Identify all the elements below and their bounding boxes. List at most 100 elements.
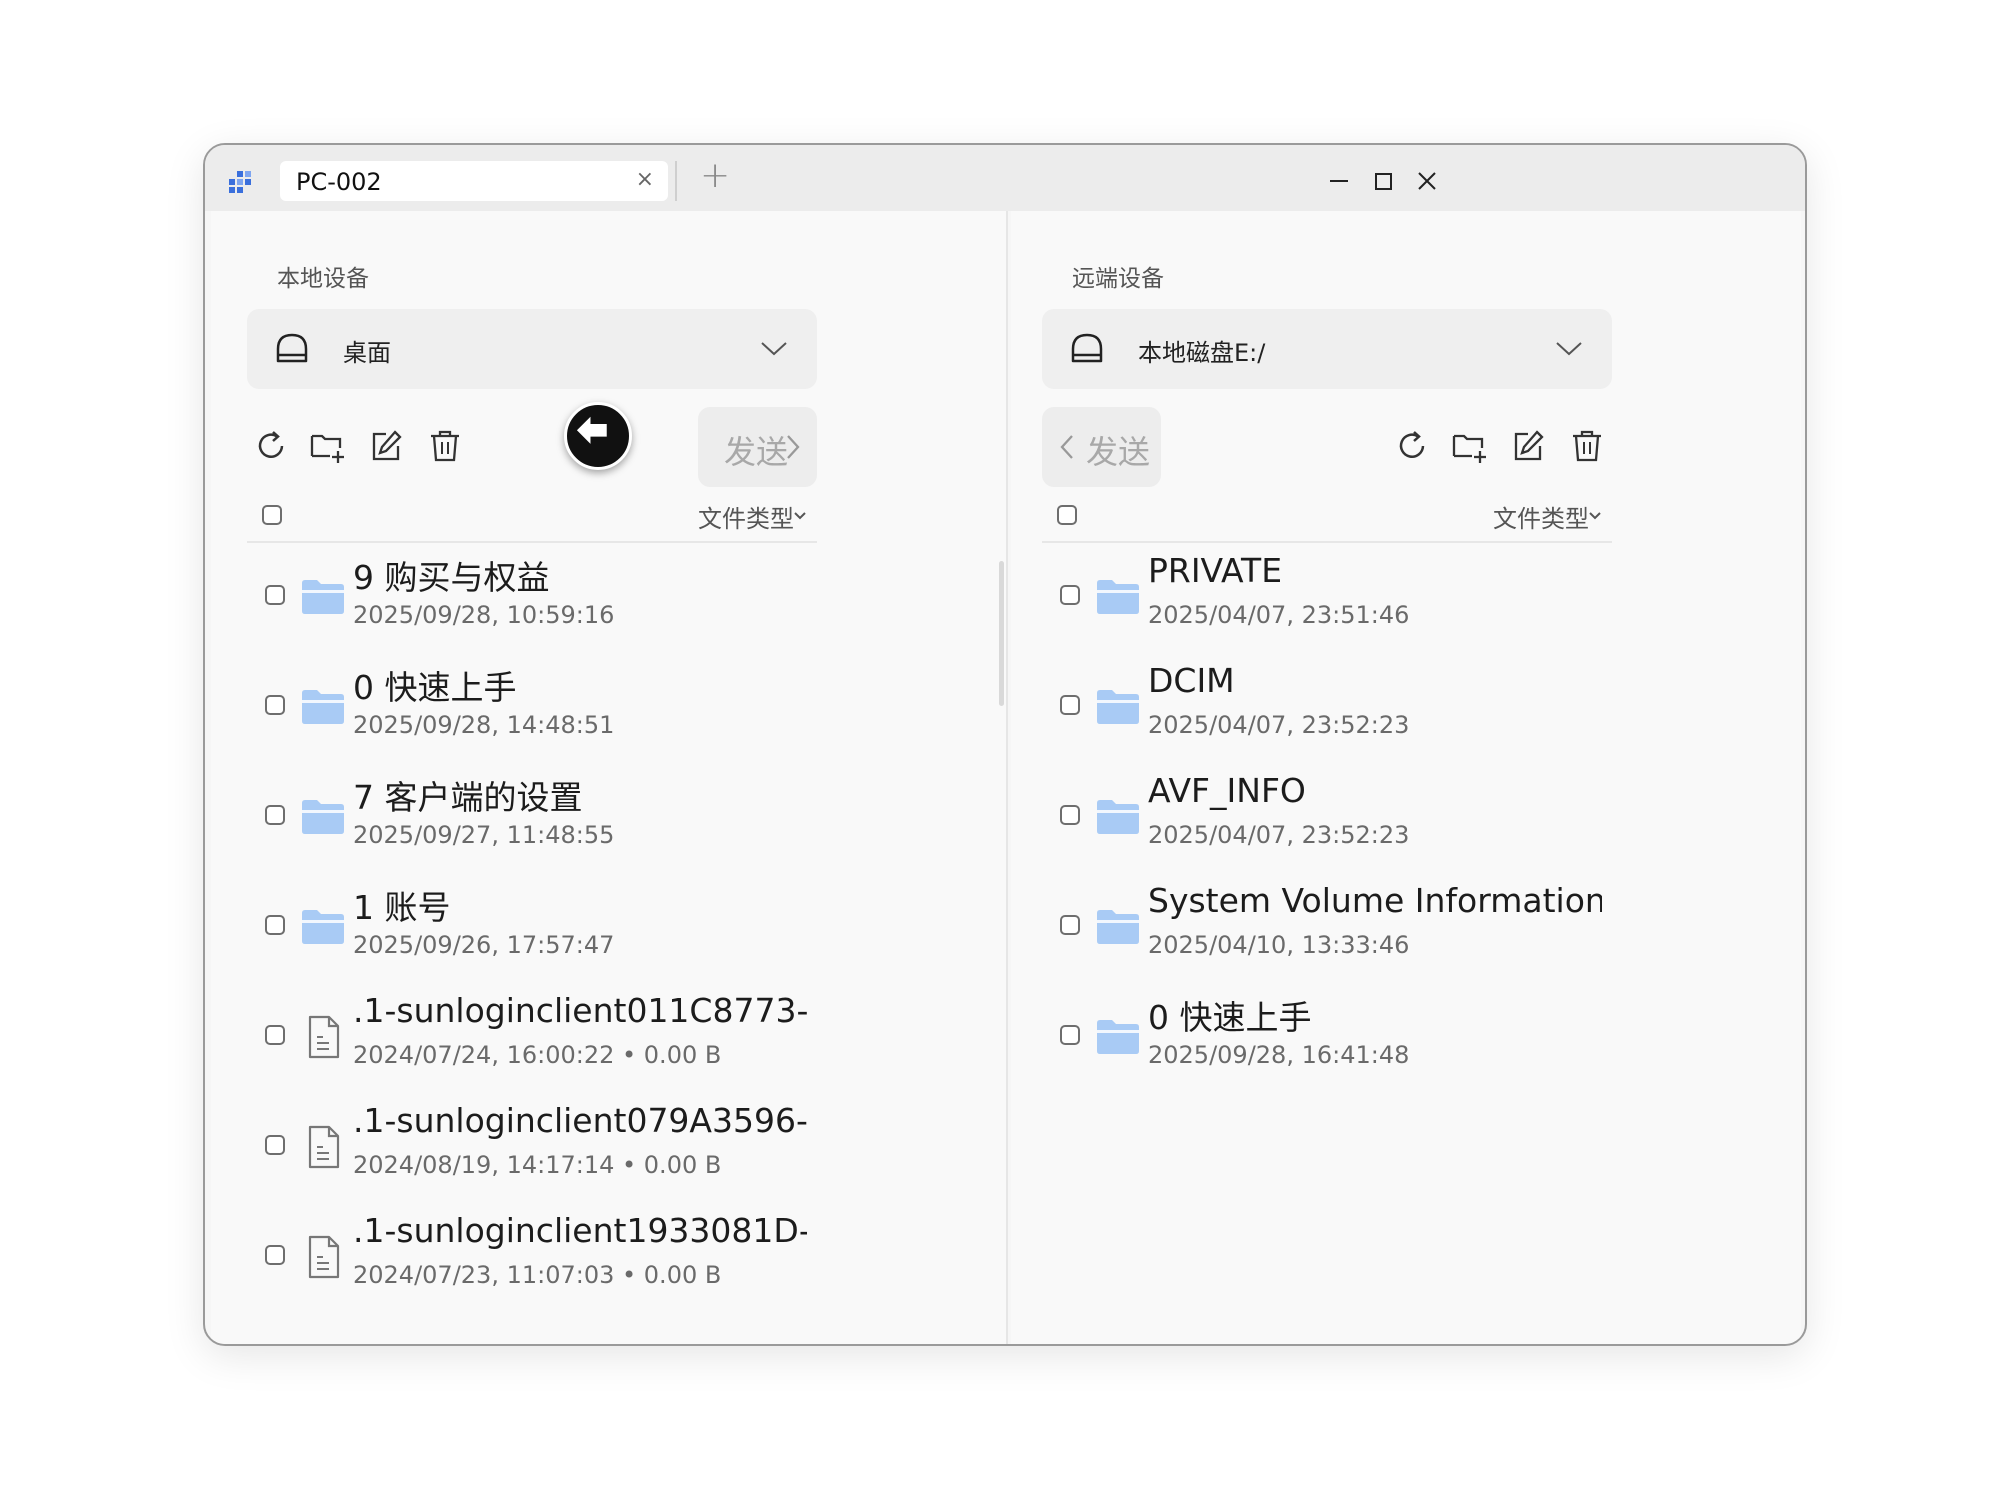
file-name: .1-sunloginclient079A3596-1A3B-47F6-9	[353, 1101, 807, 1140]
rename-button[interactable]	[366, 426, 406, 466]
file-meta: 2025/04/07, 23:52:23	[1148, 711, 1410, 739]
app-logo-icon	[229, 171, 251, 193]
minimize-icon	[1330, 180, 1348, 182]
folder-row[interactable]: DCIM 2025/04/07, 23:52:23	[1042, 661, 1602, 771]
pane-divider	[1006, 211, 1008, 1344]
file-name: DCIM	[1148, 661, 1235, 700]
close-window-button[interactable]	[1405, 161, 1449, 201]
tab-separator	[675, 161, 677, 201]
local-device-pane: 本地设备 桌面 发送 文件类型 9 购买与权益 2025/09/28, 10:5…	[211, 211, 1006, 1344]
trash-icon	[431, 430, 459, 462]
file-meta: 2024/08/19, 14:17:14 • 0.00 B	[353, 1151, 722, 1179]
file-icon	[308, 1235, 340, 1279]
row-checkbox[interactable]	[1060, 915, 1080, 935]
folder-icon	[1097, 800, 1139, 834]
file-row[interactable]: .1-sunloginclient1933081D-38C6-48BD-A 202…	[247, 1211, 807, 1321]
tab-close-icon[interactable]: ×	[636, 167, 654, 192]
row-checkbox[interactable]	[265, 1245, 285, 1265]
folder-icon	[302, 910, 344, 944]
row-checkbox[interactable]	[265, 915, 285, 935]
minimize-button[interactable]	[1317, 161, 1361, 201]
file-meta: 2025/09/27, 11:48:55	[353, 821, 615, 849]
refresh-icon	[1399, 431, 1425, 458]
refresh-button[interactable]	[1392, 426, 1432, 466]
file-meta: 2025/04/07, 23:52:23	[1148, 821, 1410, 849]
local-location-dropdown[interactable]: 桌面	[247, 309, 817, 389]
folder-row[interactable]: AVF_INFO 2025/04/07, 23:52:23	[1042, 771, 1602, 881]
folder-row[interactable]: PRIVATE 2025/04/07, 23:51:46	[1042, 551, 1602, 661]
new-folder-icon	[1452, 434, 1486, 463]
row-checkbox[interactable]	[1060, 805, 1080, 825]
drive-icon	[1071, 333, 1103, 363]
new-tab-button[interactable]: +	[700, 155, 730, 196]
folder-icon	[302, 580, 344, 614]
row-checkbox[interactable]	[265, 1025, 285, 1045]
file-row[interactable]: .1-sunloginclient011C8773-A0F5-4035-8 202…	[247, 991, 807, 1101]
local-device-label: 本地设备	[277, 266, 369, 292]
new-folder-button[interactable]	[308, 426, 348, 466]
remote-location-dropdown[interactable]: 本地磁盘E:/	[1042, 309, 1612, 389]
back-arrow-button[interactable]	[564, 402, 632, 470]
row-checkbox[interactable]	[265, 1135, 285, 1155]
sort-by-type[interactable]: 文件类型	[698, 499, 794, 534]
drive-icon	[276, 333, 308, 363]
folder-icon	[1097, 690, 1139, 724]
file-meta: 2025/09/28, 10:59:16	[353, 601, 615, 629]
row-checkbox[interactable]	[265, 695, 285, 715]
folder-row[interactable]: System Volume Information 2025/04/10, 13:…	[1042, 881, 1602, 991]
send-to-local-button[interactable]: 发送	[1042, 407, 1161, 487]
remote-device-label: 远端设备	[1072, 266, 1164, 292]
select-all-checkbox[interactable]	[262, 505, 282, 525]
row-checkbox[interactable]	[1060, 1025, 1080, 1045]
file-name: AVF_INFO	[1148, 771, 1306, 810]
back-arrow-icon	[576, 416, 607, 444]
remote-file-list: PRIVATE 2025/04/07, 23:51:46 DCIM 2025/04/0…	[1042, 551, 1602, 1331]
new-folder-icon	[310, 434, 344, 463]
local-scrollbar[interactable]	[999, 561, 1004, 706]
refresh-icon	[258, 431, 284, 458]
file-name: System Volume Information	[1148, 881, 1602, 920]
file-name: .1-sunloginclient1933081D-38C6-48BD-A	[353, 1211, 807, 1250]
folder-icon	[302, 690, 344, 724]
select-all-checkbox[interactable]	[1057, 505, 1077, 525]
chevron-down-icon	[761, 342, 787, 356]
file-icon	[308, 1015, 340, 1059]
folder-row[interactable]: 0 快速上手 2025/09/28, 14:48:51	[247, 661, 807, 771]
file-name: .1-sunloginclient011C8773-A0F5-4035-8	[353, 991, 807, 1030]
folder-row[interactable]: 0 快速上手 2025/09/28, 16:41:48	[1042, 991, 1602, 1101]
file-meta: 2025/09/28, 16:41:48	[1148, 1041, 1410, 1069]
file-meta: 2025/04/07, 23:51:46	[1148, 601, 1410, 629]
local-location-text: 桌面	[343, 339, 391, 367]
rename-button[interactable]	[1508, 426, 1548, 466]
maximize-button[interactable]	[1361, 161, 1405, 201]
folder-row[interactable]: 9 购买与权益 2025/09/28, 10:59:16	[247, 551, 807, 661]
file-row[interactable]: .1-sunloginclient079A3596-1A3B-47F6-9 202…	[247, 1101, 807, 1211]
send-label: 发送	[724, 433, 789, 471]
new-folder-button[interactable]	[1450, 426, 1490, 466]
tab-pc-002[interactable]: PC-002 ×	[280, 161, 668, 201]
row-checkbox[interactable]	[265, 585, 285, 605]
row-checkbox[interactable]	[1060, 585, 1080, 605]
delete-button[interactable]	[1567, 426, 1607, 466]
delete-button[interactable]	[425, 426, 465, 466]
row-checkbox[interactable]	[1060, 695, 1080, 715]
trash-icon	[1573, 430, 1601, 462]
file-transfer-window: PC-002 × + 本地设备 桌面 发送 文件类型 9 购买与权益 2025/…	[203, 143, 1807, 1346]
folder-row[interactable]: 7 客户端的设置 2025/09/27, 11:48:55	[247, 771, 807, 881]
chevron-down-icon	[1556, 342, 1582, 356]
file-name: 0 快速上手	[353, 668, 517, 707]
folder-row[interactable]: 1 账号 2025/09/26, 17:57:47	[247, 881, 807, 991]
refresh-button[interactable]	[251, 426, 291, 466]
row-checkbox[interactable]	[265, 805, 285, 825]
file-name: 7 客户端的设置	[353, 778, 583, 817]
local-list-header: 文件类型	[247, 489, 817, 543]
sort-chevron-icon[interactable]	[1588, 511, 1602, 521]
send-label: 发送	[1086, 433, 1151, 471]
file-name: 1 账号	[353, 888, 451, 927]
sort-chevron-icon[interactable]	[793, 511, 807, 521]
send-to-remote-button[interactable]: 发送	[698, 407, 817, 487]
file-meta: 2024/07/24, 16:00:22 • 0.00 B	[353, 1041, 722, 1069]
sort-by-type[interactable]: 文件类型	[1493, 499, 1589, 534]
file-name: PRIVATE	[1148, 551, 1283, 590]
file-meta: 2024/07/23, 11:07:03 • 0.00 B	[353, 1261, 722, 1289]
